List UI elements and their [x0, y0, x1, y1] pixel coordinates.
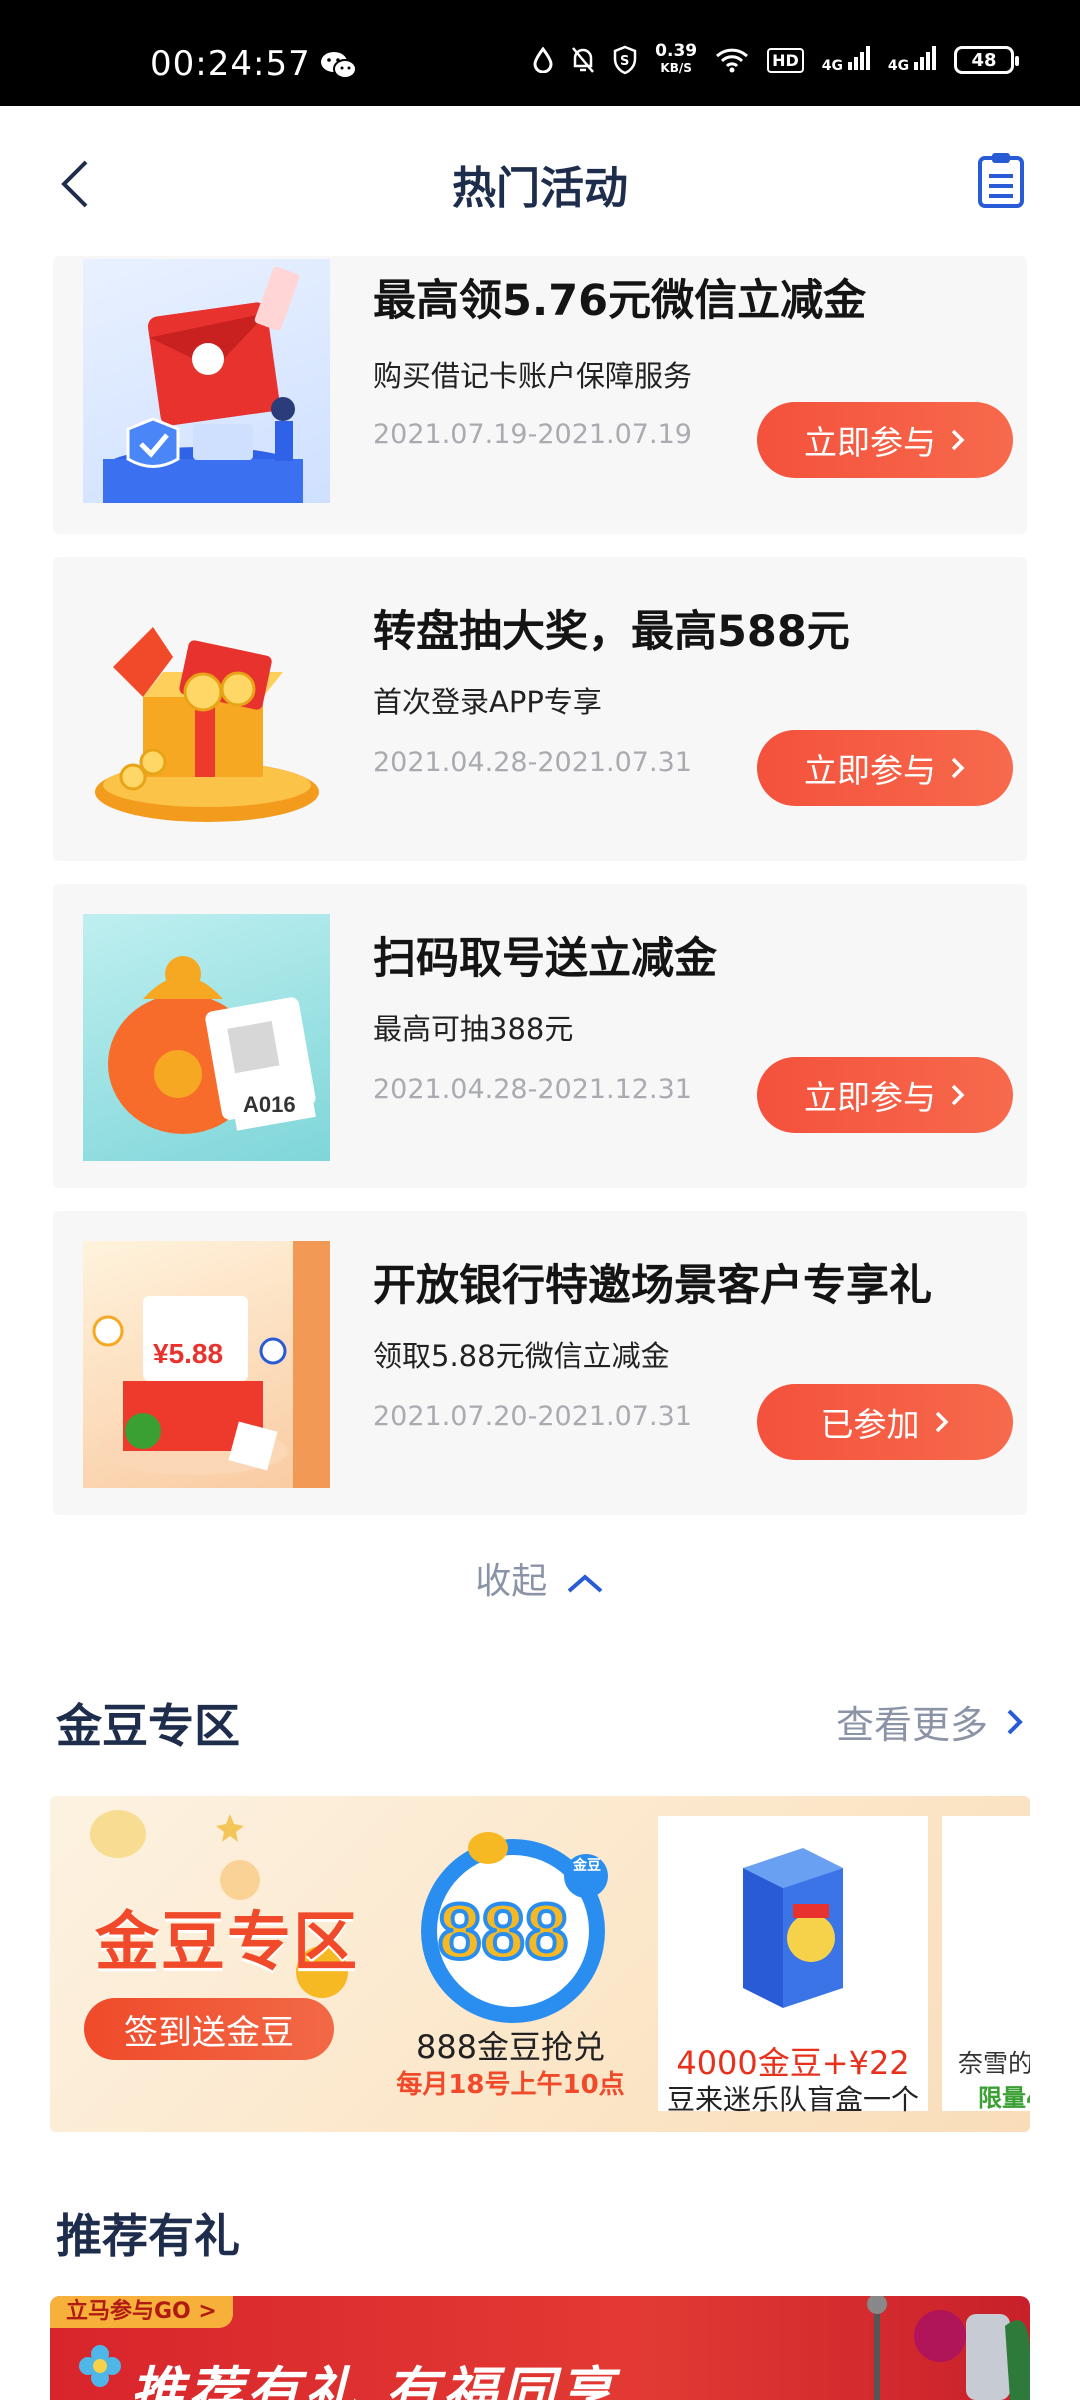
- activity-subtitle: 购买借记卡账户保障服务: [373, 359, 693, 393]
- signal-1: 4G: [822, 46, 870, 74]
- activity-title: 最高领5.76元微信立减金: [373, 276, 867, 326]
- coupon-amount: ¥5.88: [153, 1338, 223, 1369]
- ticket-number: A016: [243, 1092, 296, 1117]
- product-name: 豆来迷乐队盲盒一个: [666, 2083, 919, 2116]
- view-more-label: 查看更多: [835, 1703, 988, 1747]
- activity-title: 扫码取号送立减金: [373, 934, 717, 984]
- net-speed-value: 0.39: [655, 41, 698, 61]
- activity-date: 2021.07.20-2021.07.31: [373, 1401, 692, 1432]
- sign-in-bean-button[interactable]: 签到送金豆: [84, 1998, 334, 2060]
- chevron-right-icon: [1007, 1709, 1023, 1734]
- banner-tag: 立马参与GO >: [50, 2296, 233, 2328]
- chevron-right-icon: [951, 429, 965, 451]
- money-bag-qr-illustration: A016: [108, 956, 316, 1134]
- chevron-right-icon: [951, 1084, 965, 1106]
- status-time: 00:24:57: [150, 44, 311, 84]
- activity-title: 转盘抽大奖，最高588元: [373, 607, 850, 657]
- net-speed: 0.39 KB/S: [655, 43, 697, 77]
- activity-card[interactable]: 转盘抽大奖，最高588元 首次登录APP专享 2021.04.28-2021.0…: [53, 557, 1027, 861]
- activity-date: 2021.04.28-2021.07.31: [373, 747, 692, 778]
- wifi-icon: [716, 48, 749, 73]
- status-bar: 00:24:57 S 0.39 KB/S HD 4G 4G 48: [0, 0, 1080, 106]
- promo-number: 888: [438, 1887, 568, 1975]
- gift-box-illustration: [95, 627, 319, 822]
- activity-subtitle: 首次登录APP专享: [373, 685, 602, 719]
- activity-card[interactable]: ¥5.88 开放银行特邀场景客户专享礼 领取5.88元微信立减金 2021.07…: [53, 1211, 1027, 1515]
- activity-thumbnail: A016: [83, 914, 330, 1161]
- product-limit: 限量4: [978, 2084, 1030, 2112]
- join-button-label: 立即参与: [804, 1079, 936, 1116]
- signal-bars-icon: [847, 46, 870, 70]
- activity-subtitle: 最高可抽388元: [373, 1012, 574, 1046]
- collapse-toggle[interactable]: 收起: [0, 1552, 1080, 1604]
- mute-bell-icon: [572, 47, 595, 73]
- flower-icon: [79, 2345, 121, 2387]
- net-speed-unit: KB/S: [660, 61, 692, 75]
- join-button[interactable]: 立即参与: [757, 1057, 1013, 1133]
- activity-date: 2021.04.28-2021.12.31: [373, 1074, 692, 1105]
- join-button[interactable]: 立即参与: [757, 402, 1013, 478]
- joined-button[interactable]: 已参加: [757, 1384, 1013, 1460]
- signal-1-label: 4G: [821, 58, 844, 74]
- hd-badge: HD: [767, 47, 804, 73]
- product-card[interactable]: 奈雪的 限量4: [942, 1816, 1030, 2112]
- join-button-label: 立即参与: [804, 752, 936, 789]
- battery-icon: 48: [954, 46, 1019, 74]
- view-more-link[interactable]: 查看更多: [836, 1694, 1024, 1749]
- promo-badge: 金豆: [572, 1857, 601, 1874]
- promo-title: 888金豆抢兑: [415, 2028, 606, 2066]
- shield-s-icon: S: [613, 45, 637, 75]
- coupon-gift-illustration: ¥5.88: [92, 1241, 330, 1488]
- gold-banner-title: 金豆专区: [95, 1906, 359, 1980]
- gold-section-title: 金豆专区: [56, 1699, 240, 1753]
- signal-2: 4G: [888, 46, 936, 74]
- activity-date: 2021.07.19-2021.07.19: [373, 419, 692, 450]
- join-button[interactable]: 立即参与: [757, 730, 1013, 806]
- activity-subtitle: 领取5.88元微信立减金: [373, 1339, 670, 1373]
- chevron-right-icon: [935, 1411, 948, 1433]
- gift-products-image: [867, 2296, 1030, 2400]
- signal-bars-icon: [914, 46, 936, 70]
- activity-title: 开放银行特邀场景客户专享礼: [373, 1261, 932, 1311]
- promo-subtitle: 每月18号上午10点: [396, 2070, 625, 2100]
- banner-title: 推荐有礼 有福同享: [130, 2361, 617, 2400]
- chevron-up-icon: [567, 1574, 603, 1593]
- activity-card[interactable]: A016 扫码取号送立减金 最高可抽388元 2021.04.28-2021.1…: [53, 884, 1027, 1188]
- activity-thumbnail: [83, 259, 330, 503]
- drop-icon: [533, 47, 553, 73]
- svg-text:S: S: [620, 54, 629, 69]
- activity-card[interactable]: 最高领5.76元微信立减金 购买借记卡账户保障服务 2021.07.19-202…: [53, 256, 1027, 534]
- status-icons: S 0.39 KB/S HD 4G 4G 48: [533, 40, 1019, 80]
- product-card[interactable]: 4000金豆+¥22 豆来迷乐队盲盒一个: [658, 1816, 928, 2116]
- chevron-right-icon: [951, 757, 965, 779]
- blind-box-image: [743, 1848, 843, 2008]
- recommend-section-title: 推荐有礼: [56, 2209, 240, 2263]
- gold-bean-banner[interactable]: 金豆专区 签到送金豆 888 金豆 888金豆抢兑 每月18号上午10点 400…: [50, 1796, 1030, 2132]
- join-button-label: 立即参与: [804, 424, 936, 461]
- activity-thumbnail: [83, 587, 330, 834]
- recommend-banner[interactable]: 立马参与GO > 推荐有礼 有福同享: [50, 2296, 1030, 2400]
- activity-thumbnail: ¥5.88: [83, 1241, 330, 1488]
- app-header: 热门活动: [0, 106, 1080, 256]
- wechat-icon: [321, 52, 357, 79]
- red-envelope-illustration: [103, 266, 303, 503]
- product-name: 奈雪的: [958, 2049, 1030, 2078]
- collapse-label: 收起: [475, 1561, 548, 1602]
- joined-button-label: 已参加: [820, 1406, 920, 1443]
- signal-2-label: 4G: [887, 58, 910, 74]
- page-title: 热门活动: [452, 163, 628, 214]
- 888-bean-badge: 888 金豆: [421, 1832, 608, 2023]
- clipboard-icon[interactable]: [976, 150, 1026, 210]
